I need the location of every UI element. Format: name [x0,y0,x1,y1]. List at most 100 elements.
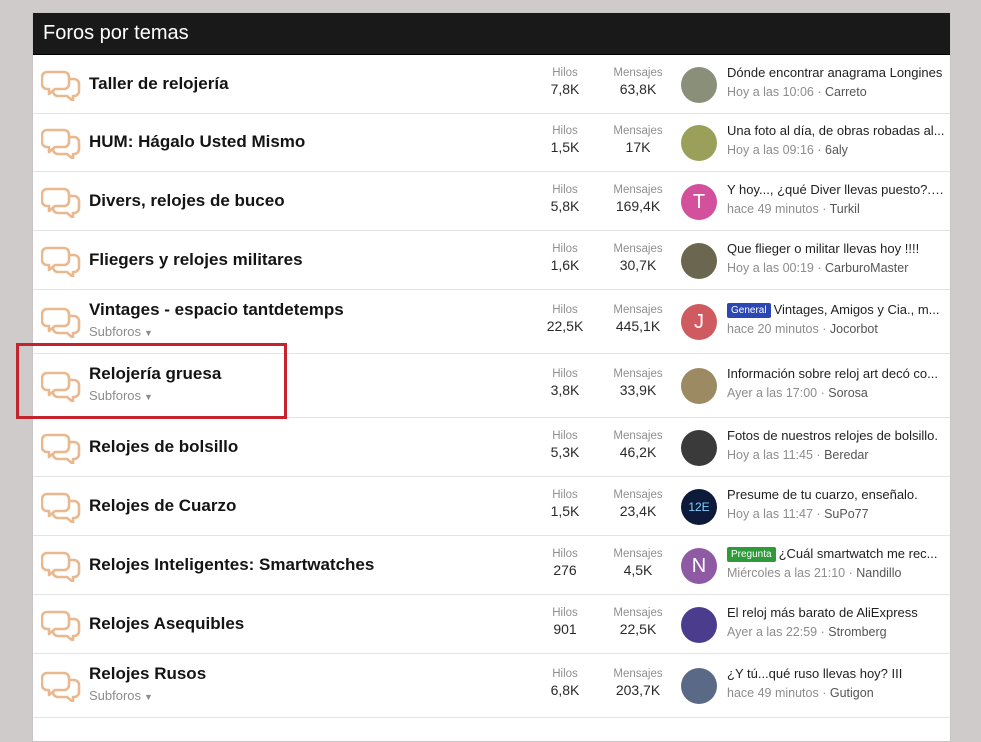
last-thread-link[interactable]: Pregunta ¿Cuál smartwatch me rec... [727,546,945,562]
messages-count: 30,7K [619,257,657,273]
last-post-time[interactable]: Hoy a las 11:45 [727,448,813,462]
forum-title-link[interactable]: Relojes Asequibles [89,614,244,634]
user-avatar[interactable]: N [681,548,717,584]
last-post-user[interactable]: CarburoMaster [825,261,908,275]
last-thread-title: Que flieger o militar llevas hoy !!!! [727,241,920,256]
last-post-time[interactable]: hace 20 minutos [727,322,819,336]
last-post-user[interactable]: Stromberg [828,625,886,639]
last-post-time[interactable]: hace 49 minutos [727,202,819,216]
forum-title-link[interactable]: Vintages - espacio tantdetemps [89,300,344,320]
threads-label: Hilos [552,243,578,255]
last-post-user[interactable]: Jocorbot [830,322,878,336]
user-avatar[interactable] [681,243,717,279]
last-post-user[interactable]: SuPo77 [824,507,868,521]
user-avatar[interactable] [681,430,717,466]
forum-title-link[interactable]: HUM: Hágalo Usted Mismo [89,132,305,152]
subforos-dropdown[interactable]: Subforos ▼ [89,688,153,703]
last-post-user[interactable]: Nandillo [856,566,901,580]
forum-bubble-icon [40,609,81,643]
last-thread-title: Vintages, Amigos y Cia., m... [773,302,940,317]
last-post-time[interactable]: hace 49 minutos [727,686,819,700]
messages-count: 17K [625,139,651,155]
user-avatar[interactable]: J [681,304,717,340]
forum-title-link[interactable]: Taller de relojería [89,74,229,94]
messages-stat: Mensajes 169,4K [605,184,671,214]
forum-title-link[interactable]: Relojes Inteligentes: Smartwatches [89,555,374,575]
user-avatar[interactable]: T [681,184,717,220]
forum-bubble-icon [40,245,81,279]
user-avatar[interactable] [681,668,717,704]
forum-row: Relojes Rusos Subforos ▼ Hilos 6,8K Mensajes 2… [33,654,950,718]
last-thread-link[interactable]: El reloj más barato de AliExpress [727,605,945,620]
last-thread-link[interactable]: Que flieger o militar llevas hoy !!!! [727,241,945,256]
messages-stat: Mensajes 33,9K [605,368,671,398]
last-post-time[interactable]: Ayer a las 17:00 [727,386,817,400]
last-thread-link[interactable]: Dónde encontrar anagrama Longines [727,65,945,80]
last-post-user[interactable]: Gutigon [830,686,874,700]
forum-title-link[interactable]: Divers, relojes de buceo [89,191,285,211]
threads-stat: Hilos 3,8K [535,368,595,398]
user-avatar[interactable] [681,368,717,404]
last-thread-link[interactable]: Y hoy..., ¿qué Diver llevas puesto?. (..… [727,182,945,197]
threads-stat: Hilos 22,5K [535,304,595,334]
highlight-box [16,343,287,419]
last-post-user[interactable]: Sorosa [828,386,868,400]
last-post-time[interactable]: Hoy a las 09:16 [727,143,814,157]
last-post-user[interactable]: Turkil [830,202,860,216]
last-post-meta: Hoy a las 10:06 · Carreto [727,85,867,99]
last-thread-title: Presume de tu cuarzo, enseñalo. [727,487,918,502]
last-thread-link[interactable]: General Vintages, Amigos y Cia., m... [727,302,945,318]
last-thread-link[interactable]: ¿Y tú...qué ruso llevas hoy? III [727,666,945,681]
user-avatar[interactable] [681,67,717,103]
category-header[interactable]: Foros por temas [33,13,950,55]
last-thread-title: Una foto al día, de obras robadas al... [727,123,945,138]
messages-label: Mensajes [613,304,663,316]
threads-count: 6,8K [550,682,580,698]
forum-row: Divers, relojes de buceo Hilos 5,8K Mensaje… [33,172,950,231]
forum-bubble-icon [40,69,81,103]
last-post-time[interactable]: Hoy a las 10:06 [727,85,814,99]
last-thread-link[interactable]: Información sobre reloj art decó co... [727,366,945,381]
forum-title-link[interactable]: Relojes Rusos [89,664,206,684]
last-post-meta: Miércoles a las 21:10 · Nandillo [727,566,901,580]
last-post-meta: hace 49 minutos · Gutigon [727,686,874,700]
subforos-dropdown[interactable]: Subforos ▼ [89,324,153,339]
meta-separator: · [822,322,827,336]
forum-title-link[interactable]: Fliegers y relojes militares [89,250,303,270]
meta-separator: · [820,625,825,639]
last-post-user[interactable]: Carreto [825,85,867,99]
user-avatar[interactable] [681,125,717,161]
last-thread-link[interactable]: Presume de tu cuarzo, enseñalo. [727,487,945,502]
threads-count: 1,5K [550,139,580,155]
messages-label: Mensajes [613,668,663,680]
meta-separator: · [820,386,825,400]
last-post-user[interactable]: 6aly [825,143,848,157]
threads-label: Hilos [552,304,578,316]
last-post-time[interactable]: Ayer a las 22:59 [727,625,817,639]
last-thread-link[interactable]: Fotos de nuestros relojes de bolsillo. [727,428,945,443]
messages-label: Mensajes [613,184,663,196]
messages-stat: Mensajes 4,5K [605,548,671,578]
user-avatar[interactable]: 12E [681,489,717,525]
last-post-meta: Ayer a las 17:00 · Sorosa [727,386,868,400]
last-post-user[interactable]: Beredar [824,448,868,462]
last-thread-title: Fotos de nuestros relojes de bolsillo. [727,428,939,443]
category-title: Foros por temas [43,22,189,44]
last-post-meta: Hoy a las 11:47 · SuPo77 [727,507,869,521]
threads-count: 3,8K [550,382,580,398]
forum-title-link[interactable]: Relojes de bolsillo [89,437,238,457]
messages-stat: Mensajes 17K [605,125,671,155]
forum-row: HUM: Hágalo Usted Mismo Hilos 1,5K Mensajes… [33,114,950,172]
last-post-time[interactable]: Miércoles a las 21:10 [727,566,845,580]
last-post-time[interactable]: Hoy a las 11:47 [727,507,813,521]
last-thread-link[interactable]: Una foto al día, de obras robadas al... [727,123,945,138]
user-avatar[interactable] [681,607,717,643]
threads-count: 276 [553,562,577,578]
meta-separator: · [822,202,827,216]
forum-row: Fliegers y relojes militares Hilos 1,6K Men… [33,231,950,290]
last-post-time[interactable]: Hoy a las 00:19 [727,261,814,275]
threads-label: Hilos [552,607,578,619]
last-post-meta: hace 20 minutos · Jocorbot [727,322,878,336]
forum-title-link[interactable]: Relojes de Cuarzo [89,496,236,516]
last-post-meta: Ayer a las 22:59 · Stromberg [727,625,887,639]
